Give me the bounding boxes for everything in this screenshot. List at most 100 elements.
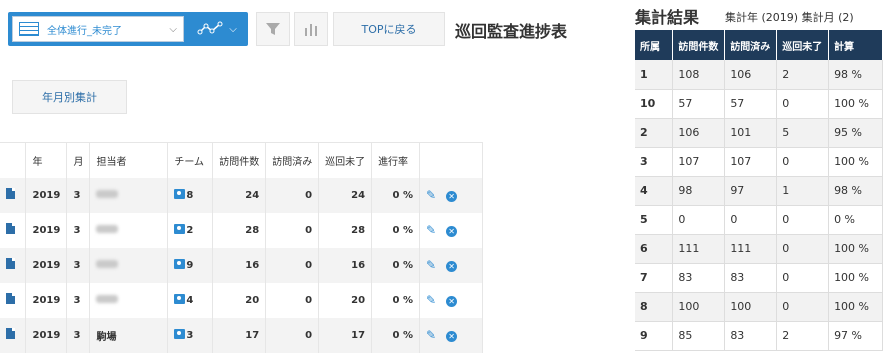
summary-row: 4 98 97 1 98 % bbox=[635, 176, 883, 206]
summary-row: 7 83 83 0 100 % bbox=[635, 263, 883, 293]
graph-menu-button[interactable]: ⌵ bbox=[190, 16, 244, 42]
redacted-name bbox=[96, 259, 119, 268]
team-number: 9 bbox=[186, 260, 194, 271]
cell-visits: 24 bbox=[212, 177, 267, 213]
summary-cell: 0 bbox=[776, 147, 830, 177]
cell-done: 0 bbox=[265, 247, 320, 283]
edit-icon[interactable]: ✎ bbox=[426, 223, 436, 237]
chevron-down-icon: ⌵ bbox=[169, 24, 177, 35]
table-row[interactable]: 2019 3 9 16 0 16 0 % ✎ ✕ bbox=[0, 247, 483, 283]
document-icon[interactable] bbox=[6, 258, 15, 269]
cell-done: 0 bbox=[265, 177, 320, 213]
summary-cell: 10 bbox=[635, 89, 674, 119]
edit-icon[interactable]: ✎ bbox=[426, 328, 436, 342]
cell-person bbox=[89, 247, 169, 283]
cell-remaining: 16 bbox=[318, 247, 373, 283]
cell-done: 0 bbox=[265, 212, 320, 248]
summary-cell: 57 bbox=[672, 89, 726, 119]
chart-button[interactable] bbox=[294, 12, 328, 46]
document-icon[interactable] bbox=[6, 293, 15, 304]
edit-icon[interactable]: ✎ bbox=[426, 293, 436, 307]
summary-cell: 0 bbox=[672, 205, 726, 235]
summary-cell: 0 bbox=[724, 205, 778, 235]
summary-row: 3 107 107 0 100 % bbox=[635, 147, 883, 177]
summary-cell: 100 % bbox=[828, 147, 883, 177]
summary-table: 所属 訪問件数 訪問済み 巡回未了 計算 1 108 106 2 98 % 10 57 57 0… bbox=[635, 30, 883, 351]
delete-icon[interactable]: ✕ bbox=[446, 331, 458, 342]
redacted-name bbox=[96, 189, 119, 198]
summary-cell: 106 bbox=[724, 60, 778, 90]
summary-row: 2 106 101 5 95 % bbox=[635, 118, 883, 148]
summary-cell: 108 bbox=[672, 60, 726, 90]
summary-row: 10 57 57 0 100 % bbox=[635, 89, 883, 119]
summary-cell: 107 bbox=[724, 147, 778, 177]
cell-year: 2019 bbox=[25, 212, 68, 248]
summary-cell: 3 bbox=[635, 147, 674, 177]
filter-icon bbox=[266, 23, 280, 35]
document-icon[interactable] bbox=[6, 328, 15, 339]
delete-icon[interactable]: ✕ bbox=[446, 191, 458, 202]
monthly-summary-button[interactable]: 年月別集計 bbox=[12, 80, 127, 114]
cell-rate: 0 % bbox=[371, 282, 420, 318]
cell-remaining: 24 bbox=[318, 177, 373, 213]
column-header: 訪問済み bbox=[265, 142, 320, 178]
edit-icon[interactable]: ✎ bbox=[426, 258, 436, 272]
summary-cell: 83 bbox=[672, 263, 726, 293]
document-icon[interactable] bbox=[6, 188, 15, 199]
delete-icon[interactable]: ✕ bbox=[446, 296, 458, 307]
cell-team: 8 bbox=[167, 177, 214, 213]
summary-row: 6 111 111 0 100 % bbox=[635, 234, 883, 264]
delete-icon[interactable]: ✕ bbox=[446, 226, 458, 237]
cell-month: 3 bbox=[66, 282, 91, 318]
summary-column-header: 訪問件数 bbox=[672, 30, 726, 60]
page-title: 巡回監査進捗表 bbox=[455, 22, 568, 41]
team-number: 2 bbox=[186, 225, 194, 236]
table-row[interactable]: 2019 3 8 24 0 24 0 % ✎ ✕ bbox=[0, 177, 483, 213]
team-icon bbox=[174, 189, 186, 199]
team-number: 4 bbox=[186, 295, 194, 306]
column-header: 年 bbox=[25, 142, 68, 178]
summary-cell: 101 bbox=[724, 118, 778, 148]
summary-column-header: 訪問済み bbox=[724, 30, 778, 60]
cell-month: 3 bbox=[66, 247, 91, 283]
progress-panel: 全体進行_未完了 ⌵ ⌵ TOPに戻る 巡回監査進捗表 年月別集計 年 月 担当… bbox=[0, 0, 596, 363]
cell-team: 3 bbox=[167, 317, 214, 353]
summary-cell: 5 bbox=[776, 118, 830, 148]
summary-cell: 4 bbox=[635, 176, 674, 206]
filter-button[interactable] bbox=[256, 12, 290, 46]
summary-cell: 1 bbox=[776, 176, 830, 206]
cell-team: 4 bbox=[167, 282, 214, 318]
top-button[interactable]: TOPに戻る bbox=[333, 12, 445, 46]
summary-cell: 98 bbox=[672, 176, 726, 206]
summary-row: 50000 % bbox=[635, 205, 883, 235]
summary-cell: 83 bbox=[724, 321, 778, 351]
summary-cell: 111 bbox=[724, 234, 778, 264]
bar-chart-icon bbox=[305, 24, 317, 36]
summary-cell: 98 % bbox=[828, 176, 883, 206]
cell-month: 3 bbox=[66, 212, 91, 248]
delete-icon[interactable]: ✕ bbox=[446, 261, 458, 272]
summary-cell: 100 % bbox=[828, 263, 883, 293]
summary-cell: 97 bbox=[724, 176, 778, 206]
column-header: 月 bbox=[66, 142, 91, 178]
cell-year: 2019 bbox=[25, 177, 68, 213]
cell-visits: 16 bbox=[212, 247, 267, 283]
team-icon bbox=[174, 294, 186, 304]
cell-rate: 0 % bbox=[371, 247, 420, 283]
document-icon[interactable] bbox=[6, 223, 15, 234]
cell-person: 駒場 bbox=[89, 317, 169, 353]
team-number: 3 bbox=[186, 330, 194, 341]
summary-cell: 100 bbox=[672, 292, 726, 322]
cell-remaining: 17 bbox=[318, 317, 373, 353]
table-icon bbox=[19, 22, 39, 36]
chevron-down-icon: ⌵ bbox=[229, 23, 237, 35]
cell-team: 9 bbox=[167, 247, 214, 283]
summary-column-header: 所属 bbox=[635, 30, 674, 60]
view-selector[interactable]: 全体進行_未完了 ⌵ ⌵ bbox=[8, 12, 248, 46]
table-row[interactable]: 2019 3 駒場 3 17 0 17 0 % ✎ ✕ bbox=[0, 317, 483, 353]
table-row[interactable]: 2019 3 4 20 0 20 0 % ✎ ✕ bbox=[0, 282, 483, 318]
edit-icon[interactable]: ✎ bbox=[426, 188, 436, 202]
team-icon bbox=[174, 329, 186, 339]
table-row[interactable]: 2019 3 2 28 0 28 0 % ✎ ✕ bbox=[0, 212, 483, 248]
view-dropdown[interactable]: 全体進行_未完了 ⌵ bbox=[12, 16, 184, 42]
